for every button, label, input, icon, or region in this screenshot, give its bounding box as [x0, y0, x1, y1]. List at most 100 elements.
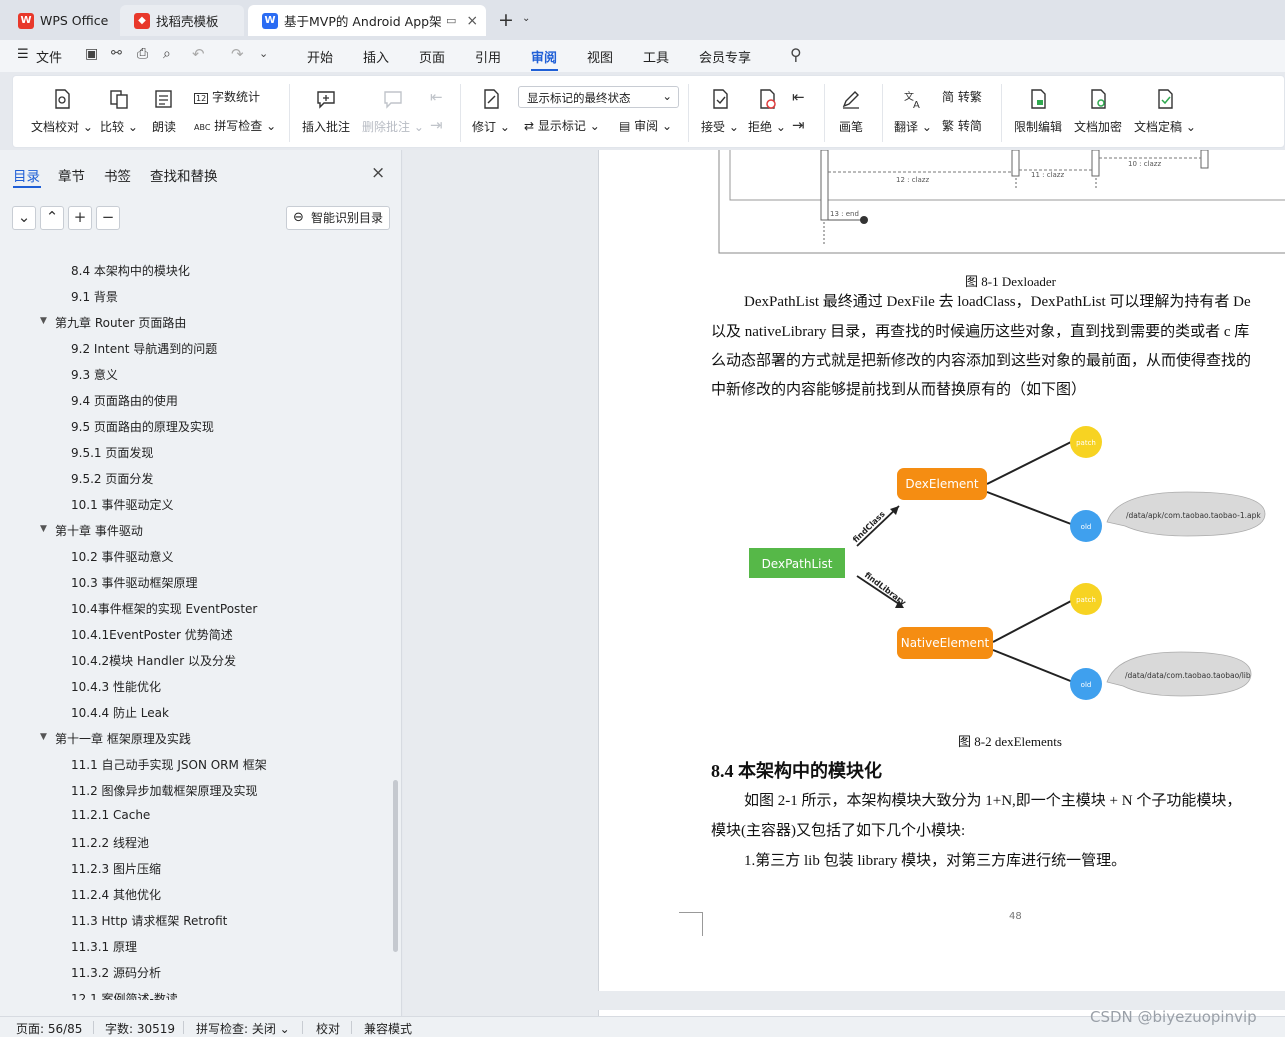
read-aloud-button[interactable]: 朗读 — [152, 88, 176, 135]
more-icon[interactable]: ⌄ — [259, 47, 268, 60]
menu-tools[interactable]: 工具 — [643, 47, 669, 66]
encrypt-button[interactable]: 文档加密 — [1074, 88, 1122, 135]
document-area: 12 : clazz 11 : clazz 10 : clazz 13 : en… — [403, 150, 1285, 1016]
panel-scrollbar[interactable] — [393, 780, 398, 952]
toc-item[interactable]: 9.5 页面路由的原理及实现 — [71, 418, 214, 435]
panel-tab-chapter[interactable]: 章节 — [58, 165, 85, 185]
finalize-button[interactable]: 文档定稿 ⌄ — [1134, 88, 1196, 135]
tab-wps-office[interactable]: W WPS Office — [4, 5, 116, 36]
toc-item[interactable]: 9.2 Intent 导航遇到的问题 — [71, 340, 217, 357]
toc-item[interactable]: 10.4.3 性能优化 — [71, 678, 161, 695]
spell-check-icon: ABC — [194, 123, 211, 132]
prev-revision-icon[interactable]: ⇤ — [792, 88, 805, 106]
proofread-status[interactable]: 校对 — [316, 1020, 340, 1037]
next-comment-icon[interactable]: ⇥ — [430, 116, 443, 134]
chevron-down-icon[interactable]: ⌄ — [522, 13, 530, 24]
toc-item[interactable]: 9.4 页面路由的使用 — [71, 392, 178, 409]
to-traditional-button[interactable]: 简 转繁 — [942, 88, 982, 105]
collapse-up-button[interactable]: ⌃ — [40, 206, 64, 230]
toc-item[interactable]: 8.4 本架构中的模块化 — [71, 262, 190, 279]
prev-comment-icon[interactable]: ⇤ — [430, 88, 443, 106]
undo-icon[interactable]: ↶ — [192, 45, 205, 63]
word-count-indicator[interactable]: 字数: 30519 — [105, 1020, 175, 1037]
compare-button[interactable]: 比较 ⌄ — [100, 88, 138, 135]
menu-view[interactable]: 视图 — [587, 47, 613, 66]
hamburger-icon[interactable]: ☰ — [17, 47, 29, 62]
toc-item[interactable]: 11.1 自己动手实现 JSON ORM 框架 — [71, 756, 267, 773]
toc-item[interactable]: 11.2.1 Cache — [71, 808, 150, 822]
page-indicator[interactable]: 页面: 56/85 — [16, 1020, 82, 1037]
menu-review[interactable]: 审阅 — [531, 47, 557, 66]
insert-comment-button[interactable]: 插入批注 — [302, 88, 350, 135]
toc-item[interactable]: 11.3.2 源码分析 — [71, 964, 161, 981]
toc-chapter[interactable]: 第九章 Router 页面路由 — [55, 314, 186, 331]
link-icon[interactable]: ⚯ — [111, 46, 122, 61]
toc-chapter[interactable]: 第十一章 框架原理及实践 — [55, 730, 191, 747]
to-simplified-button[interactable]: 繁 转简 — [942, 117, 982, 134]
next-revision-icon[interactable]: ⇥ — [792, 116, 805, 134]
reject-button[interactable]: 拒绝 ⌄ — [748, 88, 786, 135]
toc-item[interactable]: 11.2.4 其他优化 — [71, 886, 161, 903]
toc-item[interactable]: 10.4.2模块 Handler 以及分发 — [71, 652, 236, 669]
toc-item[interactable]: 12.1 案例简述-数读 — [71, 990, 178, 1000]
toc-item[interactable]: 11.2 图像异步加载框架原理及实现 — [71, 782, 258, 799]
menu-start[interactable]: 开始 — [307, 47, 333, 66]
toc-item[interactable]: 9.1 背景 — [71, 288, 118, 305]
menu-reference[interactable]: 引用 — [475, 47, 501, 66]
toc-item[interactable]: 10.4事件框架的实现 EventPoster — [71, 600, 257, 617]
tab-document[interactable]: W 基于MVP的 Android App架构设计 ▭ × — [248, 5, 486, 36]
translate-button[interactable]: 文A 翻译 ⌄ — [894, 88, 932, 135]
new-tab-icon[interactable]: + — [498, 9, 514, 31]
save-icon[interactable]: ▣ — [85, 46, 98, 62]
toc-item[interactable]: 10.3 事件驱动框架原理 — [71, 574, 198, 591]
toc-item[interactable]: 10.4.1EventPoster 优势简述 — [71, 626, 233, 643]
toc-item[interactable]: 11.2.3 图片压缩 — [71, 860, 161, 877]
toc-item[interactable]: 9.5.2 页面分发 — [71, 470, 153, 487]
panel-tab-bookmark[interactable]: 书签 — [104, 165, 131, 185]
menu-insert[interactable]: 插入 — [363, 47, 389, 66]
toc-item[interactable]: 10.2 事件驱动意义 — [71, 548, 174, 565]
add-heading-button[interactable]: + — [68, 206, 92, 230]
collapse-arrow-icon[interactable]: ▼ — [40, 732, 47, 742]
delete-comment-button[interactable]: 删除批注 ⌄ — [362, 88, 424, 135]
redo-icon[interactable]: ↷ — [231, 45, 244, 63]
search-icon[interactable]: ⚲ — [790, 45, 802, 64]
print-icon[interactable]: ⎙ — [137, 46, 148, 62]
toc-item[interactable]: 9.5.1 页面发现 — [71, 444, 153, 461]
collapse-arrow-icon[interactable]: ▼ — [40, 316, 47, 326]
toc-item[interactable]: 10.4.4 防止 Leak — [71, 704, 169, 721]
patch-label: patch — [1076, 596, 1096, 604]
tab-template[interactable]: ◆ 找稻壳模板 — [120, 5, 244, 36]
accept-button[interactable]: 接受 ⌄ — [701, 88, 739, 135]
spell-check-button[interactable]: ABC 拼写检查 ⌄ — [194, 117, 276, 134]
close-icon[interactable]: × — [466, 13, 478, 29]
collapse-arrow-icon[interactable]: ▼ — [40, 524, 47, 534]
paragraph-line: 么动态部署的方式就是把新修改的内容添加到这些对象的最前面，从而使得查找的 — [711, 353, 1252, 369]
close-panel-icon[interactable]: × — [371, 163, 385, 183]
toc-item[interactable]: 10.1 事件驱动定义 — [71, 496, 174, 513]
remove-heading-button[interactable]: − — [96, 206, 120, 230]
restrict-edit-button[interactable]: 限制编辑 — [1014, 88, 1062, 135]
menu-member[interactable]: 会员专享 — [699, 47, 751, 66]
expand-down-button[interactable]: ⌄ — [12, 206, 36, 230]
menu-file[interactable]: 文件 — [36, 47, 62, 66]
toc-item[interactable]: 11.3.1 原理 — [71, 938, 137, 955]
toc-chapter[interactable]: 第十章 事件驱动 — [55, 522, 143, 539]
menu-page[interactable]: 页面 — [419, 47, 445, 66]
preview-icon[interactable]: ⌕ — [163, 46, 171, 62]
spell-check-status[interactable]: 拼写检查: 关闭 ⌄ — [196, 1020, 290, 1037]
show-markup-button[interactable]: ⇄ 显示标记 ⌄ — [524, 117, 600, 134]
review-pane-button[interactable]: ▤ 审阅 ⌄ — [619, 117, 672, 134]
panel-tab-find-replace[interactable]: 查找和替换 — [150, 165, 218, 185]
markup-state-select[interactable]: 显示标记的最终状态 ⌄ — [518, 86, 679, 108]
toc-item[interactable]: 9.3 意义 — [71, 366, 118, 383]
toc-item[interactable]: 11.2.2 线程池 — [71, 834, 149, 851]
panel-tab-toc[interactable]: 目录 — [13, 165, 40, 185]
revise-button[interactable]: 修订 ⌄ — [472, 88, 510, 135]
word-count-button[interactable]: 12 字数统计 — [194, 88, 260, 105]
screen-icon[interactable]: ▭ — [446, 14, 456, 27]
smart-toc-button[interactable]: ⊖ 智能识别目录 — [286, 206, 390, 230]
pen-button[interactable]: 画笔 — [839, 88, 863, 135]
toc-item[interactable]: 11.3 Http 请求框架 Retrofit — [71, 912, 227, 929]
doc-check-button[interactable]: 文档校对 ⌄ — [31, 88, 93, 135]
